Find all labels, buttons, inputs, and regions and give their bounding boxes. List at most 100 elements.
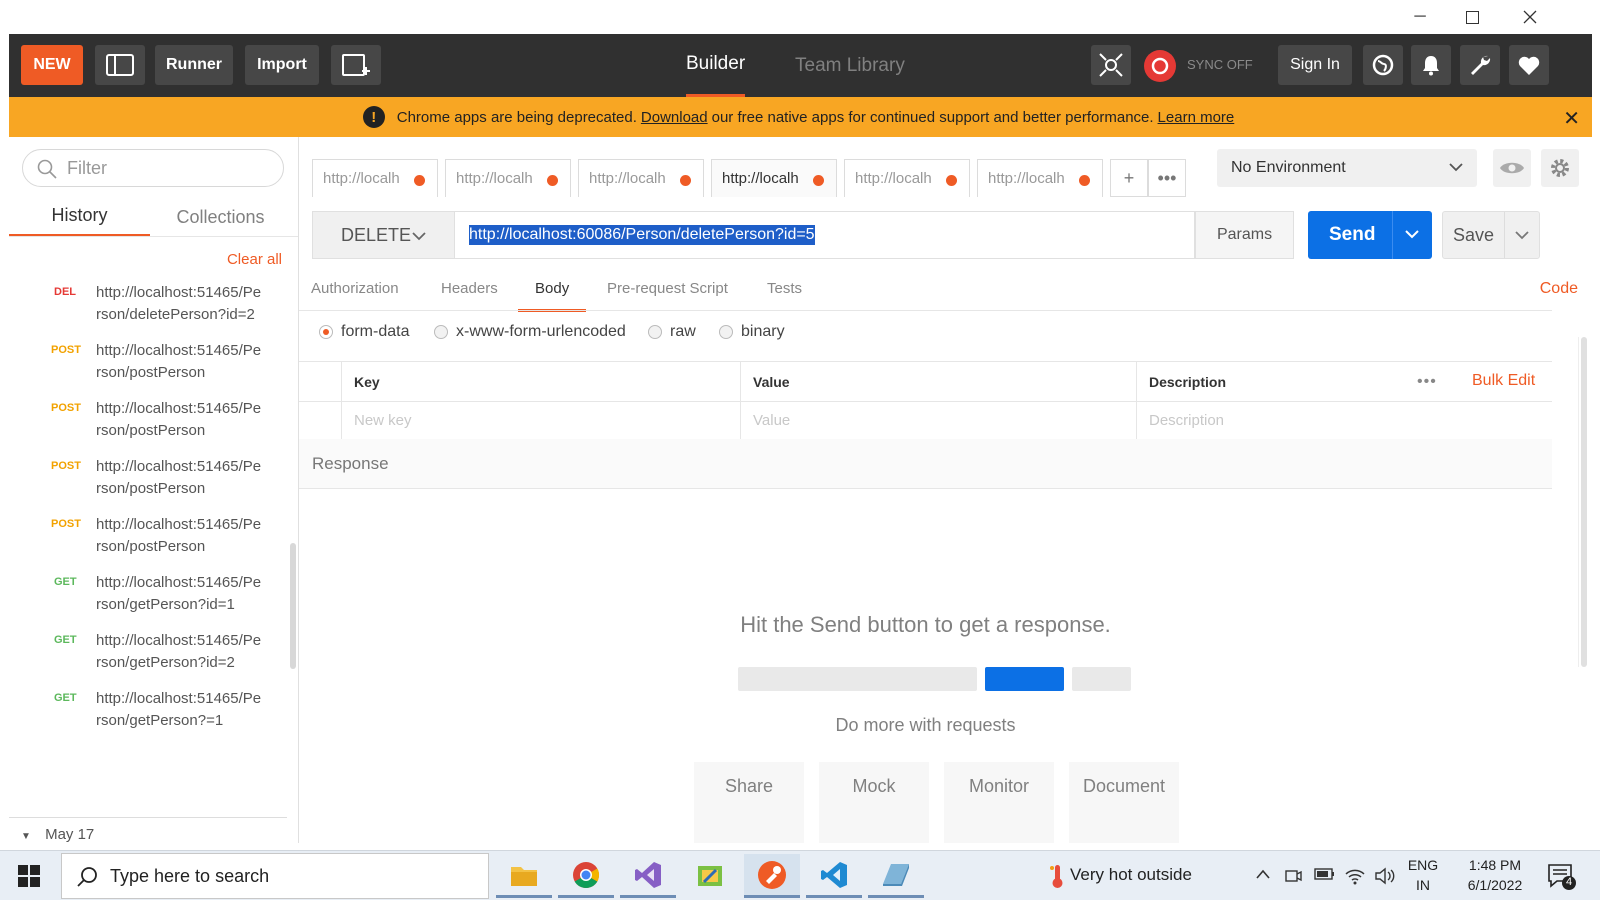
request-tab[interactable]: http://localh bbox=[844, 159, 970, 197]
request-url-bar: DELETE http://localhost:60086/Person/del… bbox=[312, 211, 1574, 259]
tab-history[interactable]: History bbox=[9, 197, 150, 237]
learn-more-link[interactable]: Learn more bbox=[1158, 109, 1235, 126]
input-region[interactable]: IN bbox=[1405, 877, 1441, 893]
taskbar-search-input[interactable]: Type here to search bbox=[61, 853, 489, 899]
monitor-tile[interactable]: Monitor bbox=[944, 762, 1054, 843]
radio-form-data[interactable]: form-data bbox=[319, 323, 409, 341]
notifications-button[interactable] bbox=[1411, 45, 1451, 85]
tab-pre-request-script[interactable]: Pre-request Script bbox=[607, 272, 728, 312]
history-item[interactable]: POST http://localhost:51465/Person/postP… bbox=[9, 340, 287, 398]
clock-time[interactable]: 1:48 PM bbox=[1452, 857, 1538, 873]
close-window-button[interactable] bbox=[1510, 4, 1550, 30]
import-button[interactable]: Import bbox=[245, 45, 319, 85]
scrollbar-thumb[interactable] bbox=[1581, 337, 1587, 667]
request-tab[interactable]: http://localh bbox=[977, 159, 1103, 197]
history-item[interactable]: GET http://localhost:51465/Person/getPer… bbox=[9, 630, 287, 688]
new-window-button[interactable] bbox=[331, 45, 381, 85]
environment-quick-look-button[interactable] bbox=[1493, 149, 1531, 187]
input-language[interactable]: ENG bbox=[1405, 857, 1441, 873]
http-method-select[interactable]: DELETE bbox=[312, 211, 455, 259]
more-icon[interactable]: ••• bbox=[1417, 373, 1437, 391]
interceptor-button[interactable] bbox=[1091, 45, 1131, 85]
tab-tests[interactable]: Tests bbox=[767, 272, 802, 312]
meet-now-icon[interactable] bbox=[1284, 867, 1302, 890]
battery-icon[interactable] bbox=[1314, 867, 1336, 886]
request-tab[interactable]: http://localh bbox=[578, 159, 704, 197]
postman-icon[interactable] bbox=[744, 854, 800, 898]
clear-all-link[interactable]: Clear all bbox=[227, 251, 282, 268]
notification-center-icon[interactable]: 4 bbox=[1547, 863, 1577, 896]
chrome-icon[interactable] bbox=[558, 854, 614, 898]
history-item[interactable]: POST http://localhost:51465/Person/postP… bbox=[9, 398, 287, 456]
history-item[interactable]: POST http://localhost:51465/Person/postP… bbox=[9, 514, 287, 572]
save-divider bbox=[1504, 212, 1505, 258]
sync-status-icon[interactable] bbox=[1144, 50, 1176, 82]
vscode-icon[interactable] bbox=[806, 854, 862, 898]
save-button[interactable]: Save bbox=[1442, 211, 1540, 259]
environment-select[interactable]: No Environment bbox=[1217, 149, 1477, 187]
tab-collections[interactable]: Collections bbox=[150, 197, 291, 237]
history-day-group[interactable]: ▼ May 17 bbox=[9, 817, 287, 843]
file-explorer-icon[interactable] bbox=[496, 854, 552, 898]
history-item[interactable]: DEL http://localhost:51465/Person/delete… bbox=[9, 282, 287, 340]
runner-button[interactable]: Runner bbox=[155, 45, 233, 85]
toggle-sidebar-button[interactable] bbox=[95, 45, 145, 85]
manage-environments-button[interactable] bbox=[1541, 149, 1579, 187]
chevron-up-icon[interactable] bbox=[1255, 867, 1271, 885]
globe-button[interactable] bbox=[1363, 45, 1403, 85]
request-tab[interactable]: http://localh bbox=[445, 159, 571, 197]
filter-input[interactable]: Filter bbox=[22, 149, 284, 187]
tab-builder[interactable]: Builder bbox=[686, 34, 746, 97]
tab-headers[interactable]: Headers bbox=[441, 272, 498, 312]
chevron-down-icon[interactable] bbox=[1513, 226, 1531, 244]
tab-team-library[interactable]: Team Library bbox=[795, 34, 905, 97]
settings-button[interactable] bbox=[1460, 45, 1500, 85]
request-tab-label: http://localh bbox=[722, 170, 799, 187]
bulk-edit-link[interactable]: Bulk Edit bbox=[1472, 372, 1535, 390]
request-url-input[interactable]: http://localhost:60086/Person/deletePers… bbox=[455, 211, 1195, 259]
favorite-button[interactable] bbox=[1509, 45, 1549, 85]
mock-tile[interactable]: Mock bbox=[819, 762, 929, 843]
tab-authorization[interactable]: Authorization bbox=[311, 272, 399, 312]
send-divider bbox=[1392, 211, 1393, 259]
main-scrollbar[interactable] bbox=[1578, 337, 1588, 667]
document-tile[interactable]: Document bbox=[1069, 762, 1179, 843]
share-tile[interactable]: Share bbox=[694, 762, 804, 843]
maximize-button[interactable] bbox=[1452, 4, 1492, 30]
app-icon[interactable] bbox=[868, 854, 924, 898]
clock-date[interactable]: 6/1/2022 bbox=[1452, 877, 1538, 893]
radio-binary[interactable]: binary bbox=[719, 323, 785, 341]
sign-in-button[interactable]: Sign In bbox=[1278, 45, 1352, 85]
request-tab-active[interactable]: http://localh bbox=[711, 159, 837, 197]
history-url: http://localhost:51465/Person/postPerson bbox=[96, 342, 262, 381]
history-item[interactable]: GET http://localhost:51465/Person/getPer… bbox=[9, 688, 287, 746]
minimize-button[interactable]: ─ bbox=[1400, 4, 1440, 30]
history-item[interactable]: GET http://localhost:51465/Person/getPer… bbox=[9, 572, 287, 630]
windows-start-icon[interactable] bbox=[18, 865, 40, 887]
new-tab-button[interactable]: + bbox=[1110, 159, 1148, 197]
download-link[interactable]: Download bbox=[641, 109, 708, 126]
history-item[interactable]: POST http://localhost:51465/Person/postP… bbox=[9, 456, 287, 514]
params-button[interactable]: Params bbox=[1195, 211, 1294, 259]
new-button[interactable]: NEW bbox=[21, 45, 83, 85]
request-tab[interactable]: http://localh bbox=[312, 159, 438, 197]
chevron-down-icon[interactable] bbox=[1403, 225, 1421, 243]
thermometer-icon[interactable] bbox=[1048, 863, 1066, 894]
wifi-icon[interactable] bbox=[1344, 867, 1366, 890]
tools-app-icon[interactable] bbox=[682, 854, 738, 898]
radio-urlencoded[interactable]: x-www-form-urlencoded bbox=[434, 323, 626, 341]
radio-raw[interactable]: raw bbox=[648, 323, 696, 341]
visual-studio-icon[interactable] bbox=[620, 854, 676, 898]
send-button[interactable]: Send bbox=[1308, 211, 1432, 259]
new-value-input[interactable]: Value bbox=[740, 402, 1136, 439]
tab-body[interactable]: Body bbox=[518, 272, 587, 312]
sidebar-scrollbar[interactable] bbox=[290, 543, 296, 669]
volume-icon[interactable] bbox=[1374, 867, 1396, 890]
new-key-input[interactable]: New key bbox=[341, 402, 740, 439]
unsaved-dot-icon bbox=[547, 175, 558, 186]
code-link[interactable]: Code bbox=[1540, 280, 1578, 298]
weather-text[interactable]: Very hot outside bbox=[1070, 865, 1192, 885]
close-banner-icon[interactable]: ✕ bbox=[1563, 106, 1580, 131]
more-tabs-button[interactable]: ••• bbox=[1148, 159, 1186, 197]
new-description-input[interactable]: Description bbox=[1136, 402, 1552, 439]
